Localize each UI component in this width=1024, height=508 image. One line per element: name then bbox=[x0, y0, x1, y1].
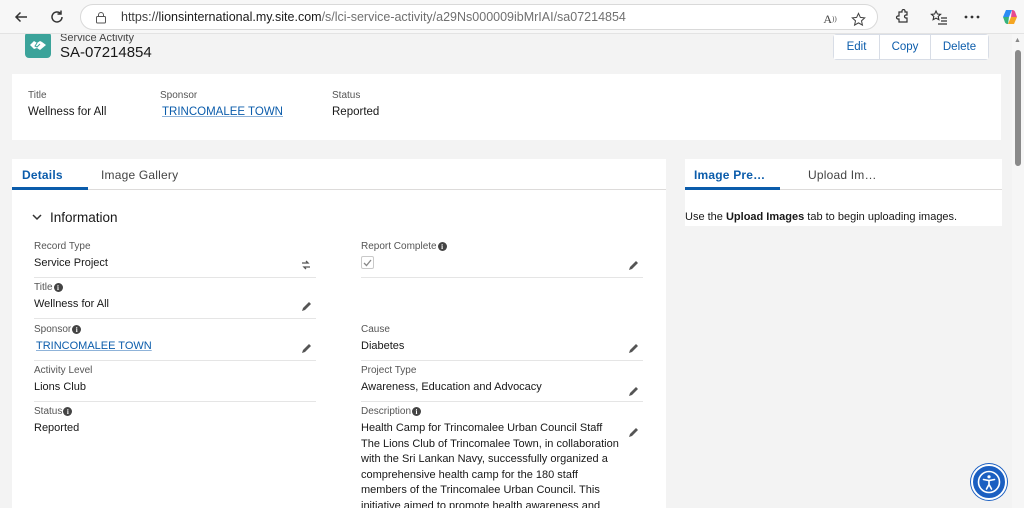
copilot-icon[interactable] bbox=[1000, 7, 1020, 27]
record-action-buttons: Edit Copy Delete bbox=[833, 34, 989, 60]
pencil-edit-icon[interactable] bbox=[627, 342, 639, 354]
field-report-complete: Report Complete i bbox=[361, 241, 643, 278]
field-divider bbox=[361, 360, 643, 361]
read-aloud-icon[interactable]: A)) bbox=[821, 10, 839, 28]
field-activity-level: Activity Level Lions Club bbox=[34, 365, 316, 402]
reload-icon[interactable] bbox=[45, 5, 69, 29]
accessibility-icon bbox=[977, 470, 1001, 494]
info-icon[interactable]: i bbox=[53, 283, 63, 292]
tab-upload-images[interactable]: Upload Im… bbox=[808, 168, 877, 182]
active-tab-indicator bbox=[12, 187, 88, 190]
active-tab-indicator bbox=[685, 187, 780, 190]
favorite-star-icon[interactable] bbox=[849, 10, 867, 28]
tab-image-preview[interactable]: Image Pre… bbox=[694, 168, 765, 182]
checkmark-icon bbox=[363, 259, 372, 266]
delete-button[interactable]: Delete bbox=[930, 35, 988, 59]
tab-details[interactable]: Details bbox=[22, 168, 63, 182]
sponsor-detail-link[interactable]: TRINCOMALEE TOWN bbox=[36, 340, 152, 352]
details-tabs: Details Image Gallery bbox=[12, 159, 666, 190]
browser-toolbar: https://lionsinternational.my.site.com/s… bbox=[0, 0, 1024, 34]
field-sponsor: Sponsor i TRINCOMALEE TOWN bbox=[34, 324, 316, 361]
info-icon[interactable]: i bbox=[437, 242, 447, 251]
field-divider bbox=[361, 277, 643, 278]
pencil-edit-icon[interactable] bbox=[627, 426, 639, 438]
field-description: Description i Health Camp for Trincomalee… bbox=[361, 406, 643, 508]
field-title: Title i Wellness for All bbox=[34, 282, 316, 319]
info-icon[interactable]: i bbox=[63, 407, 73, 416]
field-divider bbox=[34, 277, 316, 278]
highlight-sponsor: Sponsor TRINCOMALEE TOWN bbox=[160, 90, 283, 118]
information-section-header[interactable]: Information bbox=[32, 210, 118, 225]
field-project-type: Project Type Awareness, Education and Ad… bbox=[361, 365, 643, 402]
record-name: SA-07214854 bbox=[60, 44, 152, 61]
section-title: Information bbox=[50, 210, 118, 225]
field-record-type: Record Type Service Project bbox=[34, 241, 316, 278]
highlight-title: Title Wellness for All bbox=[28, 90, 107, 118]
image-tabs: Image Pre… Upload Im… bbox=[685, 159, 1002, 190]
details-card: Details Image Gallery Information Record… bbox=[12, 159, 666, 508]
field-status: Status i Reported bbox=[34, 406, 80, 434]
extensions-icon[interactable] bbox=[892, 7, 912, 27]
back-arrow-icon[interactable] bbox=[9, 5, 33, 29]
pencil-edit-icon[interactable] bbox=[627, 385, 639, 397]
description-text: Health Camp for Trincomalee Urban Counci… bbox=[361, 422, 619, 508]
pencil-edit-icon[interactable] bbox=[627, 259, 639, 271]
site-info-icon[interactable] bbox=[93, 9, 109, 25]
highlights-panel: Title Wellness for All Sponsor TRINCOMAL… bbox=[12, 74, 1001, 140]
field-cause: Cause Diabetes bbox=[361, 324, 643, 361]
field-divider bbox=[34, 360, 316, 361]
pencil-edit-icon[interactable] bbox=[300, 300, 312, 312]
info-icon[interactable]: i bbox=[412, 407, 422, 416]
upload-instructions: Use the Upload Images tab to begin uploa… bbox=[685, 211, 958, 223]
accessibility-button[interactable] bbox=[971, 464, 1007, 500]
sponsor-link[interactable]: TRINCOMALEE TOWN bbox=[162, 106, 283, 118]
scrollbar-thumb[interactable] bbox=[1015, 50, 1021, 166]
tab-image-gallery[interactable]: Image Gallery bbox=[101, 168, 178, 182]
page-content: Service Activity SA-07214854 Edit Copy D… bbox=[0, 34, 1012, 508]
favorites-list-icon[interactable] bbox=[929, 7, 949, 27]
image-panel: Image Pre… Upload Im… Use the Upload Ima… bbox=[685, 159, 1002, 226]
chevron-down-icon bbox=[32, 214, 42, 221]
highlight-status: Status Reported bbox=[332, 90, 380, 118]
info-icon[interactable]: i bbox=[72, 325, 82, 334]
url-text: https://lionsinternational.my.site.com/s… bbox=[121, 10, 626, 24]
report-complete-checkbox[interactable] bbox=[361, 256, 374, 269]
address-bar[interactable]: https://lionsinternational.my.site.com/s… bbox=[80, 4, 878, 30]
more-options-icon[interactable] bbox=[962, 7, 982, 27]
service-activity-icon bbox=[25, 34, 51, 58]
object-type-label: Service Activity bbox=[60, 34, 134, 44]
copy-button[interactable]: Copy bbox=[879, 35, 930, 59]
change-record-type-icon[interactable] bbox=[300, 259, 312, 271]
edit-button[interactable]: Edit bbox=[834, 35, 879, 59]
field-divider bbox=[34, 401, 316, 402]
pencil-edit-icon[interactable] bbox=[300, 342, 312, 354]
field-divider bbox=[34, 318, 316, 319]
field-divider bbox=[361, 401, 643, 402]
scroll-up-arrow-icon[interactable]: ▲ bbox=[1014, 37, 1021, 44]
